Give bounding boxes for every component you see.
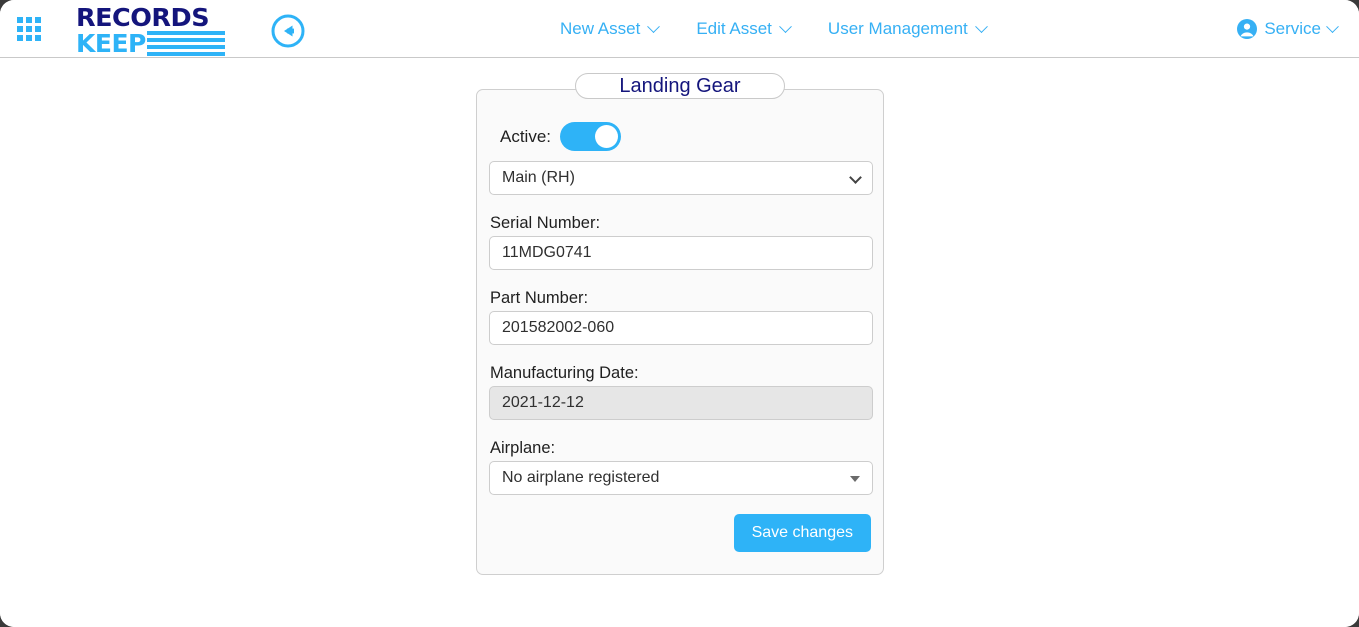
records-keep-logo[interactable]: RECORDS KEEP	[76, 5, 236, 53]
chevron-down-icon	[1326, 20, 1339, 33]
page-title: Landing Gear	[575, 73, 785, 99]
browser-window: RECORDS KEEP New Asset Edit Asset	[0, 0, 1359, 627]
part-number-input[interactable]: 201582002-060	[489, 311, 873, 345]
manufacturing-date-input[interactable]: 2021-12-12	[489, 386, 873, 420]
logo-stripes	[147, 31, 225, 56]
logo-line-records: RECORDS	[76, 5, 239, 30]
page-content: Landing Gear Active: Main (RH) Serial Nu…	[0, 58, 1359, 627]
nav-item-user-management[interactable]: User Management	[828, 19, 986, 39]
airplane-select[interactable]: No airplane registered	[489, 461, 873, 495]
logo-line-keep: KEEP	[76, 31, 146, 56]
part-number-label: Part Number:	[490, 289, 871, 308]
user-menu-label: Service	[1264, 19, 1321, 39]
active-toggle[interactable]	[560, 122, 621, 151]
nav-label-new-asset: New Asset	[560, 19, 640, 39]
serial-number-field: Serial Number: 11MDG0741	[489, 214, 871, 270]
toggle-knob	[595, 125, 618, 148]
part-number-field: Part Number: 201582002-060	[489, 289, 871, 345]
chevron-down-icon	[647, 20, 660, 33]
landing-gear-card: Landing Gear Active: Main (RH) Serial Nu…	[476, 89, 884, 575]
back-button[interactable]	[271, 14, 305, 48]
user-circle-icon	[1237, 19, 1257, 39]
airplane-field: Airplane: No airplane registered	[489, 439, 871, 495]
serial-number-label: Serial Number:	[490, 214, 871, 233]
circle-arrow-left-icon	[271, 14, 305, 48]
save-changes-button[interactable]: Save changes	[734, 514, 871, 552]
main-navigation: New Asset Edit Asset User Management	[560, 0, 986, 58]
app-header: RECORDS KEEP New Asset Edit Asset	[0, 0, 1359, 58]
nav-label-user-management: User Management	[828, 19, 968, 39]
nav-item-edit-asset[interactable]: Edit Asset	[696, 19, 790, 39]
active-label: Active:	[500, 127, 551, 147]
nav-item-new-asset[interactable]: New Asset	[560, 19, 658, 39]
user-menu[interactable]: Service	[1237, 0, 1337, 58]
manufacturing-date-field: Manufacturing Date: 2021-12-12	[489, 364, 871, 420]
manufacturing-date-label: Manufacturing Date:	[490, 364, 871, 383]
chevron-down-icon	[975, 20, 988, 33]
airplane-label: Airplane:	[490, 439, 871, 458]
serial-number-input[interactable]: 11MDG0741	[489, 236, 873, 270]
active-toggle-row: Active:	[500, 122, 871, 151]
card-actions: Save changes	[489, 514, 871, 552]
position-select[interactable]: Main (RH)	[489, 161, 873, 195]
chevron-down-icon	[779, 20, 792, 33]
nav-label-edit-asset: Edit Asset	[696, 19, 772, 39]
position-field: Main (RH)	[489, 161, 871, 195]
grid-apps-icon[interactable]	[17, 17, 43, 41]
